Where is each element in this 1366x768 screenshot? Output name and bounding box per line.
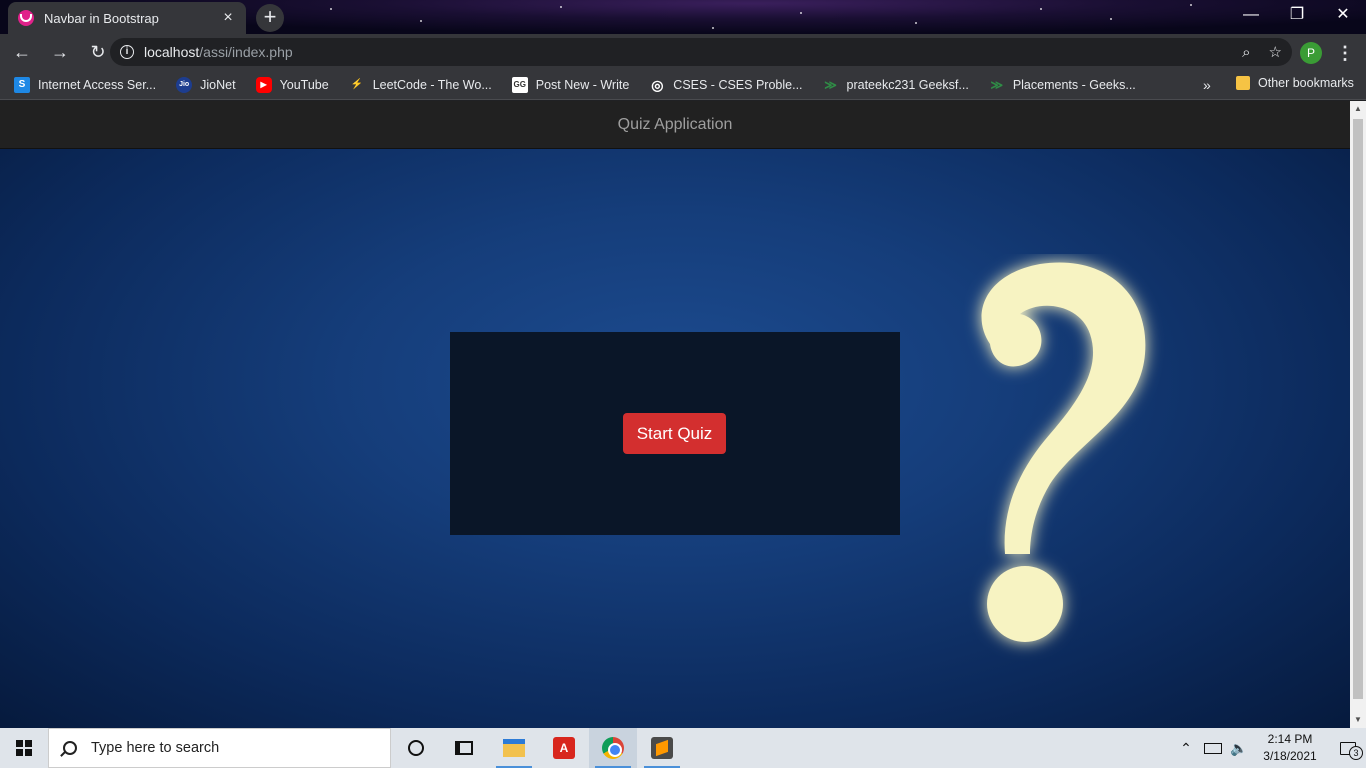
bookmark-favicon-icon: ◎ (651, 76, 664, 93)
browser-tab[interactable]: Navbar in Bootstrap × (8, 2, 246, 34)
bookmark-favicon-icon: ≫ (990, 77, 1004, 92)
bookmark-favicon-icon: ≫ (824, 77, 837, 92)
page-navbar: Quiz Application (0, 101, 1350, 149)
url-path: /assi/index.php (199, 44, 293, 60)
system-tray: ⌃ 🔈 2:14 PM 3/18/2021 3 (1174, 728, 1366, 768)
scroll-up-icon[interactable]: ▲ (1350, 101, 1366, 117)
windows-taskbar: Type here to search A ⌃ 🔈 2:14 PM 3/18/2… (0, 728, 1366, 768)
sublime-text-icon (651, 737, 673, 759)
address-bar[interactable]: i localhost/assi/index.php ⌕ ☆ (110, 38, 1292, 66)
window-close-button[interactable]: ✕ (1320, 0, 1366, 30)
bookmarks-bar: S Internet Access Ser... Jio JioNet ▶ Yo… (0, 70, 1366, 100)
task-view-button[interactable] (440, 728, 488, 768)
bookmark-item[interactable]: ⚡ LeetCode - The Wo... (349, 77, 492, 93)
action-center-button[interactable]: 3 (1330, 728, 1366, 768)
bookmark-label: LeetCode - The Wo... (372, 77, 492, 92)
bookmark-favicon-icon: S (14, 76, 30, 93)
browser-titlebar: Navbar in Bootstrap × + — ❐ ✕ (0, 0, 1366, 34)
acrobat-button[interactable]: A (540, 728, 588, 768)
browser-menu-icon[interactable]: ⋮ (1336, 42, 1354, 64)
scroll-down-icon[interactable]: ▼ (1350, 712, 1366, 728)
bookmark-favicon-icon: GG (511, 76, 528, 93)
volume-icon[interactable]: 🔈 (1228, 740, 1250, 757)
notification-count: 3 (1349, 746, 1363, 760)
bookmark-item[interactable]: ≫ Placements - Geeks... (989, 77, 1136, 93)
search-placeholder: Type here to search (91, 740, 220, 756)
browser-toolbar: ← → ↻ i localhost/assi/index.php ⌕ ☆ P ⋮ (0, 34, 1366, 70)
question-mark-image (981, 262, 1146, 642)
other-bookmarks-label: Other bookmarks (1258, 76, 1354, 90)
windows-logo-icon (16, 740, 32, 756)
tab-title: Navbar in Bootstrap (44, 10, 159, 26)
quiz-card: Start Quiz (450, 332, 900, 535)
clock-time: 2:14 PM (1267, 732, 1313, 746)
navbar-title[interactable]: Quiz Application (618, 116, 733, 133)
bookmark-item[interactable]: ◎ CSES - CSES Proble... (649, 77, 802, 93)
chrome-icon (602, 737, 624, 759)
bookmark-label: Internet Access Ser... (38, 77, 157, 92)
scrollbar-thumb[interactable] (1353, 119, 1363, 699)
tab-close-icon[interactable]: × (220, 9, 236, 27)
bookmark-favicon-icon: ⚡ (350, 78, 363, 90)
battery-icon[interactable] (1204, 742, 1222, 754)
bookmark-item[interactable]: Jio JioNet (176, 76, 236, 93)
clock-date: 3/18/2021 (1263, 749, 1317, 763)
file-explorer-button[interactable] (490, 728, 538, 768)
taskbar-search-box[interactable]: Type here to search (48, 728, 391, 768)
hero-background: Start Quiz (0, 149, 1350, 728)
start-button[interactable] (0, 728, 48, 768)
bookmark-item[interactable]: ▶ YouTube (255, 76, 329, 93)
back-arrow-icon[interactable]: ← (6, 36, 38, 68)
bookmark-item[interactable]: S Internet Access Ser... (14, 76, 157, 93)
page-scrollbar[interactable]: ▲ ▼ (1350, 101, 1366, 728)
cortana-button[interactable] (392, 728, 440, 768)
bookmark-favicon-icon: ▶ (255, 76, 272, 93)
cortana-icon (408, 740, 424, 756)
bookmark-item[interactable]: ≫ prateekc231 Geeksf... (823, 77, 969, 93)
bookmark-label: Placements - Geeks... (1012, 77, 1136, 92)
chrome-taskbar-button[interactable] (589, 728, 637, 768)
bookmark-label: Post New - Write (535, 77, 630, 92)
page-viewport: Quiz Application Start Quiz (0, 101, 1350, 728)
bookmark-item[interactable]: GG Post New - Write (511, 76, 630, 93)
bookmark-label: JioNet (200, 77, 236, 92)
bookmark-label: prateekc231 Geeksf... (846, 77, 969, 92)
zoom-icon[interactable]: ⌕ (1242, 44, 1250, 61)
tab-favicon-icon (18, 10, 34, 26)
url-host: localhost (144, 44, 200, 60)
forward-arrow-icon[interactable]: → (44, 36, 76, 68)
clock[interactable]: 2:14 PM 3/18/2021 (1250, 731, 1330, 765)
bookmarks-overflow-icon[interactable]: » (1203, 77, 1211, 93)
task-view-icon (455, 741, 473, 755)
folder-icon (1236, 76, 1250, 90)
file-explorer-icon (503, 739, 525, 757)
bookmark-favicon-icon: Jio (176, 76, 193, 93)
window-minimize-button[interactable]: — (1228, 0, 1274, 30)
sublime-text-button[interactable] (638, 728, 686, 768)
site-info-icon[interactable]: i (120, 45, 134, 59)
other-bookmarks[interactable]: Other bookmarks (1236, 76, 1354, 90)
bookmark-label: CSES - CSES Proble... (673, 77, 803, 92)
bookmark-label: YouTube (279, 77, 329, 92)
profile-avatar[interactable]: P (1300, 42, 1322, 64)
bookmark-star-icon[interactable]: ☆ (1269, 43, 1282, 61)
acrobat-icon: A (553, 737, 575, 759)
new-tab-button[interactable]: + (256, 4, 284, 32)
start-quiz-button[interactable]: Start Quiz (623, 413, 726, 454)
show-hidden-icons-icon[interactable]: ⌃ (1174, 740, 1198, 757)
search-icon (63, 741, 77, 755)
window-restore-button[interactable]: ❐ (1274, 0, 1320, 30)
